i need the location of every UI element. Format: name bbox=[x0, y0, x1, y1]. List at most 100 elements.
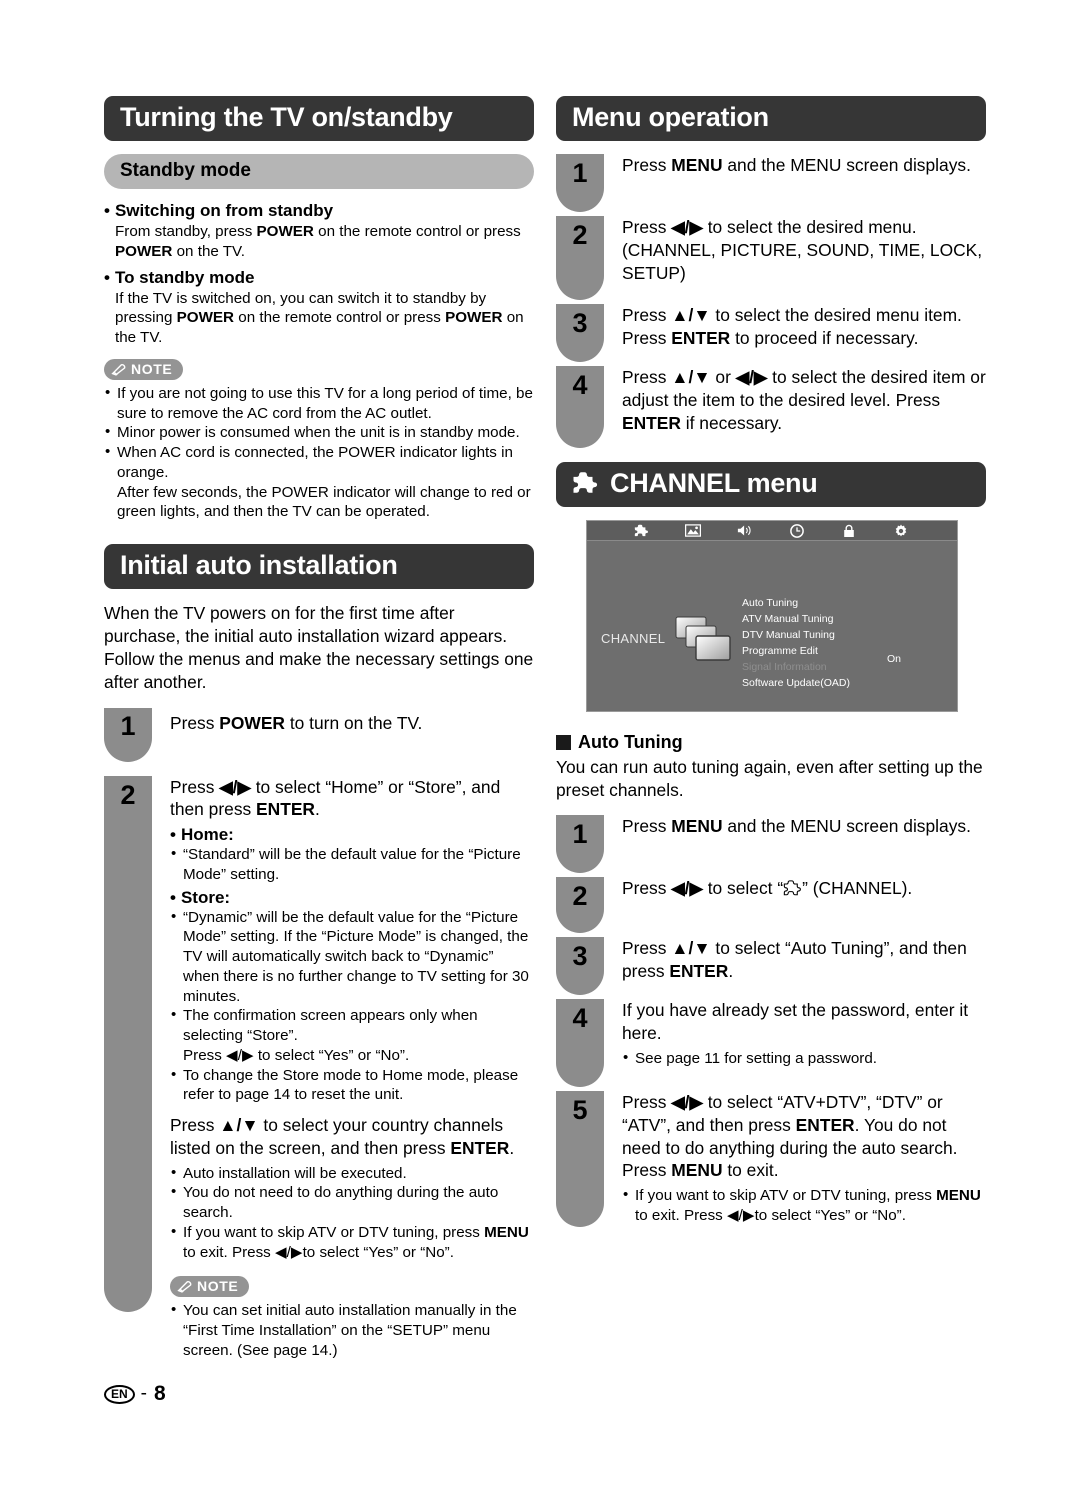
step-bullets: See page 11 for setting a password. bbox=[622, 1048, 986, 1069]
note-badge: NOTE bbox=[170, 1276, 250, 1298]
list-item: You do not need to do anything during th… bbox=[170, 1182, 534, 1223]
list-item: If you want to skip ATV or DTV tuning, p… bbox=[170, 1222, 534, 1263]
step-bullets: If you want to skip ATV or DTV tuning, p… bbox=[622, 1185, 986, 1226]
tv-category-label: CHANNEL bbox=[601, 631, 666, 647]
step-number-label: 2 bbox=[120, 779, 136, 810]
step-number-label: 1 bbox=[572, 818, 588, 849]
list-item: “Standard” will be the default value for… bbox=[170, 844, 534, 885]
step-2: 2 Press ◀/▶ to select “Home” or “Store”,… bbox=[104, 775, 534, 1361]
country-bullets: Auto installation will be executed. You … bbox=[170, 1163, 534, 1263]
note-label: NOTE bbox=[197, 1278, 239, 1295]
section-header-initial-auto-installation: Initial auto installation bbox=[104, 544, 534, 590]
intro-paragraph: When the TV powers on for the first time… bbox=[104, 603, 534, 692]
step-body: Press ◀/▶ to select “ATV+DTV”, “DTV” or … bbox=[622, 1091, 986, 1227]
list-item: See page 11 for setting a password. bbox=[622, 1048, 986, 1069]
section-title-text: CHANNEL menu bbox=[610, 468, 818, 499]
subsection-title: Auto Tuning bbox=[578, 732, 683, 753]
page-number: 8 bbox=[154, 1382, 166, 1405]
tab-puzzle-piece-icon[interactable] bbox=[615, 521, 667, 541]
step-body: Press POWER to turn on the TV. bbox=[152, 708, 534, 762]
tv-menu-item[interactable]: ATV Manual Tuning bbox=[742, 612, 850, 628]
right-column: Menu operation 1 Press MENU and the MENU… bbox=[556, 96, 986, 1231]
step-number-label: 1 bbox=[572, 158, 588, 189]
auto-tuning-step-1: 1 Press MENU and the MENU screen display… bbox=[556, 814, 986, 873]
subsection-auto-tuning: Auto Tuning bbox=[556, 732, 986, 753]
list-item: If you are not going to use this TV for … bbox=[104, 383, 534, 424]
step-text: If you have already set the password, en… bbox=[622, 999, 969, 1043]
section-title-text: Turning the TV on/standby bbox=[120, 102, 453, 132]
list-item: “Dynamic” will be the default value for … bbox=[170, 907, 534, 1007]
manual-page: Turning the TV on/standby Standby mode S… bbox=[0, 0, 1080, 1491]
store-label: Store: bbox=[170, 888, 534, 908]
subhead-standby-mode: Standby mode bbox=[104, 154, 534, 190]
section-header-turning-tv: Turning the TV on/standby bbox=[104, 96, 534, 142]
tv-menu-item[interactable]: Software Update(OAD) bbox=[742, 676, 850, 692]
tab-clock-icon[interactable] bbox=[771, 521, 823, 541]
step-number-label: 3 bbox=[572, 308, 588, 339]
step-text: Press ▲/▼ to select the desired menu ite… bbox=[622, 305, 962, 348]
puzzle-piece-icon bbox=[783, 880, 802, 903]
tv-menu-item-list: Auto Tuning ATV Manual Tuning DTV Manual… bbox=[742, 596, 850, 692]
auto-tuning-step-2: 2 Press ◀/▶ to select “” (CHANNEL). bbox=[556, 876, 986, 933]
auto-tuning-step-5: 5 Press ◀/▶ to select “ATV+DTV”, “DTV” o… bbox=[556, 1090, 986, 1227]
step-text: Press ◀/▶ to select “” (CHANNEL). bbox=[622, 877, 986, 933]
standby-item-switching-on: Switching on from standby From standby, … bbox=[104, 201, 534, 262]
step-body: If you have already set the password, en… bbox=[622, 999, 986, 1087]
step-text: Press POWER to turn on the TV. bbox=[170, 712, 423, 733]
step-body: Press ◀/▶ to select “Home” or “Store”, a… bbox=[170, 776, 534, 1361]
home-label: Home: bbox=[170, 825, 534, 845]
menu-step-2: 2 Press ◀/▶ to select the desired menu. … bbox=[556, 216, 986, 301]
step-text: Press ◀/▶ to select “ATV+DTV”, “DTV” or … bbox=[622, 1091, 958, 1181]
note-label: NOTE bbox=[131, 360, 173, 377]
language-badge: EN bbox=[104, 1384, 135, 1404]
menu-step-1: 1 Press MENU and the MENU screen display… bbox=[556, 154, 986, 213]
step-text: Press ◀/▶ to select the desired menu. (C… bbox=[622, 217, 983, 283]
tab-gear-icon[interactable] bbox=[875, 521, 927, 541]
step-text: Press MENU and the MENU screen displays. bbox=[622, 155, 971, 176]
square-bullet-icon bbox=[556, 735, 571, 751]
tv-menu-body: CHANNEL Auto Tuning ATV Manual Tuning DT… bbox=[587, 541, 957, 711]
tv-menu-tabbar bbox=[587, 521, 957, 542]
list-item: To change the Store mode to Home mode, p… bbox=[170, 1065, 534, 1106]
menu-step-4: 4 Press ▲/▼ or ◀/▶ to select the desired… bbox=[556, 366, 986, 449]
pencil-icon bbox=[177, 1281, 192, 1294]
section-header-channel-menu: CHANNEL menu bbox=[556, 462, 986, 508]
home-bullets: “Standard” will be the default value for… bbox=[170, 844, 534, 885]
tv-menu-item[interactable]: Auto Tuning bbox=[742, 596, 850, 612]
puzzle-piece-icon bbox=[572, 471, 599, 496]
bullet-heading: To standby mode bbox=[104, 268, 534, 288]
tv-menu-item[interactable]: Programme Edit bbox=[742, 644, 850, 660]
tv-menu-item[interactable]: DTV Manual Tuning bbox=[742, 628, 850, 644]
bullet-body: From standby, press POWER on the remote … bbox=[115, 223, 521, 260]
left-column: Turning the TV on/standby Standby mode S… bbox=[104, 96, 534, 1361]
tab-picture-icon[interactable] bbox=[667, 521, 719, 541]
footer-dash: - bbox=[140, 1383, 147, 1404]
step-text: Press ▲/▼ to select “Auto Tuning”, and t… bbox=[622, 937, 967, 981]
bullet-heading: Switching on from standby bbox=[104, 201, 534, 221]
step-text: Press MENU and the MENU screen displays. bbox=[622, 815, 971, 836]
step-text: Press ▲/▼ or ◀/▶ to select the desired i… bbox=[622, 367, 986, 433]
section-header-menu-operation: Menu operation bbox=[556, 96, 986, 142]
step-number-label: 2 bbox=[572, 880, 588, 911]
section-title-text: Initial auto installation bbox=[120, 550, 398, 581]
note-list-initial: You can set initial auto installation ma… bbox=[170, 1300, 534, 1360]
tv-channel-artwork bbox=[675, 616, 737, 673]
section-title-text: Menu operation bbox=[572, 102, 769, 132]
tab-lock-icon[interactable] bbox=[823, 521, 875, 541]
page-footer: EN - 8 bbox=[104, 1382, 166, 1406]
step-1: 1 Press POWER to turn on the TV. bbox=[104, 707, 534, 762]
bullet-body: If the TV is switched on, you can switch… bbox=[115, 289, 524, 347]
step-number-bar bbox=[104, 775, 152, 1312]
step-number-label: 4 bbox=[572, 370, 588, 401]
note-list-standby: If you are not going to use this TV for … bbox=[104, 383, 534, 522]
step-number-label: 4 bbox=[572, 1002, 588, 1033]
standby-item-to-standby: To standby mode If the TV is switched on… bbox=[104, 268, 534, 348]
list-item: You can set initial auto installation ma… bbox=[170, 1300, 534, 1360]
tab-speaker-icon[interactable] bbox=[719, 521, 771, 541]
menu-step-3: 3 Press ▲/▼ to select the desired menu i… bbox=[556, 304, 986, 363]
step-number-label: 2 bbox=[572, 220, 588, 251]
auto-tuning-step-4: 4 If you have already set the password, … bbox=[556, 998, 986, 1087]
step-number-badge: 1 bbox=[104, 707, 152, 762]
pencil-icon bbox=[111, 363, 126, 376]
list-item: If you want to skip ATV or DTV tuning, p… bbox=[622, 1185, 986, 1226]
